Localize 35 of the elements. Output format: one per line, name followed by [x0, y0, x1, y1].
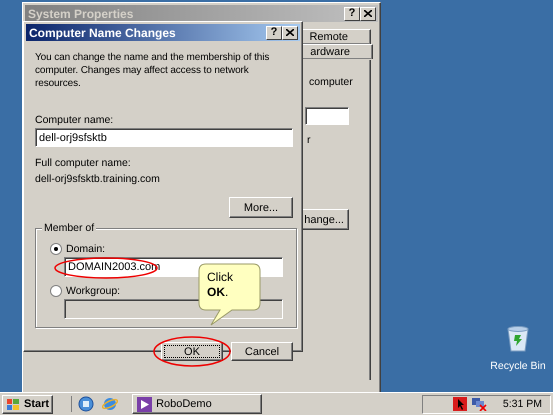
- icon-label[interactable]: Recycle Bin: [490, 360, 546, 372]
- more-button[interactable]: More...: [229, 197, 293, 218]
- radio-label: Domain:: [66, 243, 106, 255]
- ok-button[interactable]: OK: [161, 342, 223, 361]
- full-name-text: dell-orj9sfsktb.training.com: [35, 173, 161, 185]
- intro-text: You can change the name and the membership of this computer. Changes may affect access to network resources.: [35, 51, 270, 90]
- group-label: Member of: [42, 222, 96, 234]
- text-field[interactable]: [305, 107, 349, 125]
- radio-button[interactable]: [50, 285, 62, 297]
- dialog-title: Computer Name Changes: [29, 26, 177, 38]
- callout-bubble: [198, 263, 262, 326]
- close-button[interactable]: [282, 26, 298, 40]
- help-button[interactable]: ?: [344, 6, 360, 20]
- desktop-icon[interactable]: [78, 396, 94, 412]
- radio-button[interactable]: [50, 243, 62, 255]
- start-button[interactable]: Start: [2, 394, 54, 414]
- taskbar-button[interactable]: RoboDemo: [132, 394, 262, 414]
- recycle-bin-icon[interactable]: [506, 326, 530, 352]
- close-button[interactable]: [360, 6, 376, 20]
- clock: 5:31 PM: [502, 398, 542, 410]
- field-label: Full computer name:: [35, 157, 132, 169]
- computer-name-field[interactable]: dell-orj9sfsktb: [35, 128, 293, 147]
- radio-label: Workgroup:: [66, 285, 120, 297]
- text: r: [307, 134, 310, 146]
- text: computer: [309, 76, 353, 88]
- windows-logo-icon: [6, 398, 20, 410]
- field-label: Computer name:: [35, 114, 114, 126]
- network-disconnected-icon[interactable]: [470, 397, 487, 411]
- close-icon: [286, 29, 294, 36]
- help-button[interactable]: ?: [266, 26, 282, 40]
- play-icon: [137, 396, 152, 412]
- cancel-button[interactable]: Cancel: [231, 342, 293, 361]
- window-title: System Properties: [28, 8, 134, 20]
- cursor-icon[interactable]: [452, 397, 467, 411]
- close-icon: [364, 10, 372, 17]
